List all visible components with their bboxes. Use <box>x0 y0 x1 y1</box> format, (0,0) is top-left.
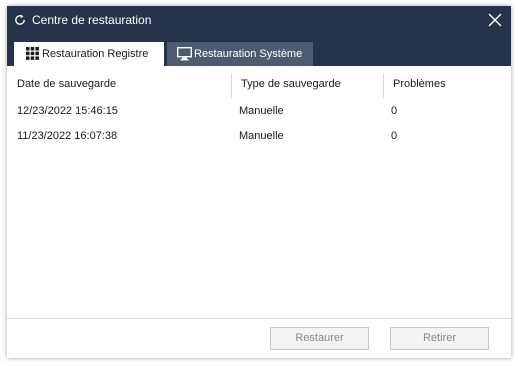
dialog-footer: Restaurer Retirer <box>7 318 511 358</box>
backup-problems: 0 <box>391 130 398 142</box>
column-header-type[interactable]: Type de sauvegarde <box>241 72 341 96</box>
restore-center-window: Centre de restauration Restauration Regi… <box>7 6 511 358</box>
tab-registry-restore-label: Restauration Registre <box>42 48 149 60</box>
column-divider[interactable] <box>231 74 232 98</box>
tab-system-restore[interactable]: Restauration Système <box>167 42 313 66</box>
backup-type: Manuelle <box>239 105 284 117</box>
title-bar: Centre de restauration Restauration Regi… <box>7 6 511 66</box>
tab-registry-restore[interactable]: Restauration Registre <box>14 42 164 66</box>
refresh-icon <box>15 14 25 25</box>
monitor-icon <box>177 47 192 61</box>
window-title: Centre de restauration <box>32 13 152 27</box>
backup-list: Date de sauvegarde Type de sauvegarde Pr… <box>7 66 511 318</box>
table-header: Date de sauvegarde Type de sauvegarde Pr… <box>7 72 511 98</box>
backup-type: Manuelle <box>239 130 284 142</box>
backup-date: 12/23/2022 15:46:15 <box>17 105 118 117</box>
remove-button[interactable]: Retirer <box>390 327 489 350</box>
restore-button[interactable]: Restaurer <box>270 327 369 350</box>
column-header-date[interactable]: Date de sauvegarde <box>17 72 116 96</box>
close-icon[interactable] <box>487 12 503 28</box>
table-row[interactable]: 11/23/2022 16:07:38 Manuelle 0 <box>7 124 511 148</box>
backup-date: 11/23/2022 16:07:38 <box>17 130 118 142</box>
grid-icon <box>26 47 39 60</box>
backup-problems: 0 <box>391 105 398 117</box>
column-divider[interactable] <box>383 74 384 98</box>
tab-system-restore-label: Restauration Système <box>194 48 303 60</box>
table-row[interactable]: 12/23/2022 15:46:15 Manuelle 0 <box>7 99 511 123</box>
column-header-problems[interactable]: Problèmes <box>393 72 446 96</box>
